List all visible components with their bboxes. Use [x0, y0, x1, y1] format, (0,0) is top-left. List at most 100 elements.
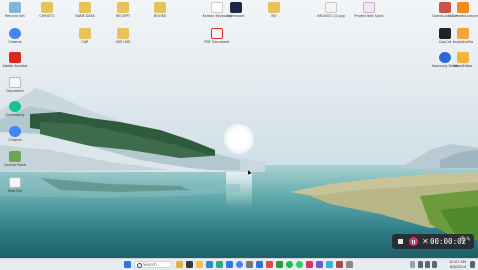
wifi-icon[interactable]: [418, 261, 423, 268]
pause-icon[interactable]: [409, 237, 418, 246]
vlc-icon: [457, 2, 469, 13]
folder-icon: [117, 28, 129, 39]
desktop-icon-label: Lightroom: [227, 14, 245, 18]
notification-icon[interactable]: [470, 261, 475, 268]
battery-icon[interactable]: [432, 261, 437, 268]
desktop-icon-use-like[interactable]: USE LIKE: [108, 28, 138, 44]
desktop-icon-project-bell-signs[interactable]: Project Bell Signs: [354, 2, 384, 18]
desktop-icon-car[interactable]: CAR: [70, 28, 100, 44]
search-placeholder: Search: [143, 262, 157, 267]
desktop-icon-recycle-bin[interactable]: Recycle Bin: [0, 2, 30, 18]
desktop-icon-image-file[interactable]: IMG0001 (1).jpg: [316, 2, 346, 18]
desktop-icon-new-file[interactable]: New File: [0, 177, 30, 193]
document-icon: [9, 77, 21, 88]
task-view-icon[interactable]: [186, 261, 193, 268]
spotify-icon[interactable]: [286, 261, 293, 268]
chrome-icon[interactable]: [236, 261, 243, 268]
wave-icon: [457, 52, 469, 63]
desktop-icon-label: IMG0001 (1).jpg: [317, 14, 345, 18]
desktop-icon-no[interactable]: NO: [259, 2, 289, 18]
desktop-icon-wave-editor[interactable]: WaveEditor: [448, 52, 478, 68]
desktop-icon-label: RECEIPT: [115, 14, 131, 18]
photos-icon[interactable]: [226, 261, 233, 268]
desktop-icon-label: Chrome: [8, 40, 22, 44]
desktop-icon-bank-data[interactable]: BANK DATA: [70, 2, 100, 18]
volume-icon[interactable]: [425, 261, 430, 268]
mail-icon[interactable]: [256, 261, 263, 268]
widgets-icon[interactable]: [176, 261, 183, 268]
desktop-icon-document[interactable]: Document: [0, 77, 30, 93]
desktop-icon-label: PDF Document: [204, 40, 230, 44]
desktop-icon-label: NO: [271, 14, 277, 18]
desktop-icon-label: Chrome: [8, 138, 22, 142]
desktop-icon-label: AnalyticsPro: [452, 40, 474, 44]
desktop-icon-label: Document: [6, 89, 24, 93]
lightroom-icon: [230, 2, 242, 13]
store-icon[interactable]: [206, 261, 213, 268]
screen-recorder-toolbar: ✕ 00:00:02 🎙 ✎: [392, 234, 474, 249]
desktop-icon-grammarly[interactable]: Grammarly: [0, 101, 30, 117]
desktop-icon-adobe-acrobat[interactable]: Adobe Acrobat: [0, 52, 30, 68]
recorder-icon[interactable]: [306, 261, 313, 268]
extra-app-icon[interactable]: [346, 261, 353, 268]
extra-app-icon[interactable]: [326, 261, 333, 268]
desktop-icon-receipt[interactable]: RECEIPT: [108, 2, 138, 18]
calendar-icon[interactable]: [266, 261, 273, 268]
desktop-icon-lightroom[interactable]: Lightroom: [221, 2, 251, 18]
stop-icon[interactable]: [398, 239, 403, 244]
folder-icon: [268, 2, 280, 13]
chrome-icon: [9, 126, 21, 137]
system-clock[interactable]: 10:07 AM 8/8/2024: [440, 260, 466, 269]
desktop-icon-label: Control Panel: [3, 163, 27, 167]
desktop-icon-chrome-2[interactable]: Chrome: [0, 126, 30, 142]
folder-icon: [154, 2, 166, 13]
desktop-icon-label: CAR: [81, 40, 89, 44]
desktop-icon-label: Recycle Bin: [5, 14, 25, 18]
chevron-up-icon[interactable]: [410, 261, 415, 268]
desktop-icon-analytics[interactable]: AnalyticsPro: [448, 28, 478, 44]
pen-icon[interactable]: ✎: [466, 236, 471, 243]
xbox-icon[interactable]: [276, 261, 283, 268]
file-explorer-icon[interactable]: [196, 261, 203, 268]
desktop-icon-chrome[interactable]: Chrome: [0, 28, 30, 44]
edge-icon[interactable]: [216, 261, 223, 268]
desktop-icon-label: Grammarly: [5, 113, 25, 117]
taskbar: Search 10:07 AM 8/8/2024: [0, 258, 478, 270]
control-panel-icon: [9, 151, 21, 162]
desktop-icon-pdf-document[interactable]: PDF Document: [202, 28, 232, 44]
chrome-icon: [9, 28, 21, 39]
desktop-icon-label: New File: [7, 189, 23, 193]
desktop-icon-label: Adobe Acrobat: [2, 64, 28, 68]
desktop-icon-label: CHRISTO: [39, 14, 55, 18]
desktop-icon-books[interactable]: BOOKS: [145, 2, 175, 18]
search-box[interactable]: Search: [134, 261, 172, 268]
windows-icon[interactable]: [124, 261, 131, 268]
folder-icon: [79, 28, 91, 39]
desktop-icon-label: VLC media player: [448, 14, 478, 18]
whatsapp-icon[interactable]: [296, 261, 303, 268]
search-icon: [137, 263, 142, 268]
grammarly-icon: [9, 101, 21, 112]
folder-icon: [79, 2, 91, 13]
analytics-icon: [457, 28, 469, 39]
folder-icon: [117, 2, 129, 13]
desktop-icon-christo[interactable]: CHRISTO: [32, 2, 62, 18]
acrobat-icon: [9, 52, 21, 63]
close-icon[interactable]: ✕: [422, 236, 429, 247]
pdf-icon: [211, 28, 223, 39]
image-file-icon: [325, 2, 337, 13]
pdf-file-icon: [363, 2, 375, 13]
document-icon: [9, 177, 21, 188]
clock-date: 8/8/2024: [449, 264, 466, 269]
desktop-icon-label: BOOKS: [154, 14, 166, 18]
desktop-icon-label: BANK DATA: [75, 14, 95, 18]
extra-app-icon[interactable]: [336, 261, 343, 268]
desktop-icon-control-panel[interactable]: Control Panel: [0, 151, 30, 167]
desktop-icon-vlc[interactable]: VLC media player: [448, 2, 478, 18]
settings-icon[interactable]: [246, 261, 253, 268]
recycle-bin-icon: [9, 2, 21, 13]
extra-app-icon[interactable]: [316, 261, 323, 268]
desktop-icon-label: WaveEditor: [453, 64, 473, 68]
desktop-icon-label: USE LIKE: [115, 40, 131, 44]
folder-icon: [41, 2, 53, 13]
